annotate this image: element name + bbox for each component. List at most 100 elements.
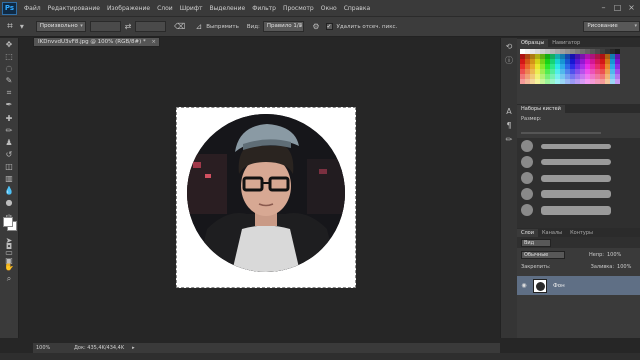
visibility-eye-icon[interactable]: ◉: [519, 282, 529, 289]
width-field[interactable]: [89, 21, 121, 32]
maximize-icon[interactable]: □: [613, 3, 622, 12]
portrait-photo: [187, 114, 345, 272]
quick-mask-icon[interactable]: ◘: [2, 241, 16, 252]
swap-icon[interactable]: ⇄: [125, 22, 132, 31]
zoom-level[interactable]: 100%: [36, 345, 60, 351]
screen-mode-icon[interactable]: ▣: [2, 255, 16, 266]
dodge-tool-icon[interactable]: ●: [2, 197, 16, 208]
menu-view[interactable]: Просмотр: [283, 5, 314, 12]
gradient-tool-icon[interactable]: ▥: [2, 173, 16, 184]
paragraph-icon[interactable]: ¶: [504, 120, 515, 131]
list-item[interactable]: [517, 202, 640, 218]
history-brush-icon[interactable]: ↺: [2, 149, 16, 160]
document-tab-title: IKDnvvdU3vF8.jpg @ 100% (RGB/8#) *: [38, 39, 146, 45]
brush-size-row: Размер:: [517, 113, 640, 124]
lock-label: Закрепить:: [521, 264, 551, 270]
close-icon[interactable]: ×: [151, 38, 156, 47]
crop-tool-icon[interactable]: ⌗: [4, 20, 16, 34]
kind-select[interactable]: Вид: [521, 239, 551, 247]
tab-channels[interactable]: Каналы: [538, 229, 566, 237]
fill-label: Заливка:: [590, 264, 615, 270]
menu-layers[interactable]: Слои: [157, 5, 173, 12]
menu-image[interactable]: Изображение: [107, 5, 150, 12]
document-info: Док: 435,4K/434,4K: [74, 345, 125, 351]
lasso-tool-icon[interactable]: ◌: [2, 63, 16, 74]
view-label: Вид:: [246, 23, 260, 30]
minimize-icon[interactable]: –: [599, 3, 608, 12]
image-canvas[interactable]: [176, 107, 356, 288]
layer-name: Фон: [553, 282, 565, 289]
menu-window[interactable]: Окно: [321, 5, 337, 12]
opacity-value[interactable]: 100%: [607, 252, 621, 258]
menu-help[interactable]: Справка: [344, 5, 370, 12]
straighten-icon[interactable]: ⊿: [195, 22, 202, 31]
delete-cropped-checkbox[interactable]: ✓: [325, 23, 333, 30]
height-field[interactable]: [135, 21, 167, 32]
right-panels: Образцы Навигатор Наборы кистей Размер: …: [517, 38, 640, 338]
layer-row[interactable]: ◉ Фон: [517, 276, 640, 295]
menu-filter[interactable]: Фильтр: [252, 5, 276, 12]
layers-panel-header: Слои Каналы Контуры: [517, 228, 640, 237]
workspace-select[interactable]: Рисование ▾: [583, 21, 640, 32]
workspace-select-value: Рисование: [587, 23, 618, 29]
foreground-color-swatch[interactable]: [3, 217, 13, 227]
zoom-tool-icon[interactable]: ⌕: [2, 273, 16, 284]
list-item[interactable]: [517, 138, 640, 154]
document-tab[interactable]: IKDnvvdU3vF8.jpg @ 100% (RGB/8#) * ×: [33, 37, 160, 47]
straighten-label[interactable]: Выпрямить: [206, 24, 239, 30]
blend-mode-select[interactable]: Обычные: [521, 251, 565, 259]
move-tool-icon[interactable]: ✥: [2, 39, 16, 50]
swatches-panel-header: Образцы Навигатор: [517, 38, 640, 47]
tab-brush-presets[interactable]: Наборы кистей: [517, 105, 565, 113]
eraser-tool-icon[interactable]: ◫: [2, 161, 16, 172]
quick-select-tool-icon[interactable]: ✎: [2, 75, 16, 86]
menu-file[interactable]: Файл: [24, 5, 41, 12]
blur-tool-icon[interactable]: 💧: [2, 185, 16, 196]
fill-value[interactable]: 100%: [617, 264, 631, 270]
history-icon[interactable]: ⟲: [504, 41, 515, 52]
crop-tool-icon[interactable]: ⌗: [2, 87, 16, 98]
layer-thumbnail: [533, 278, 547, 293]
list-item[interactable]: [517, 154, 640, 170]
panel-icon-strip: ⟲ ⓘ A ¶ ✏: [500, 38, 517, 338]
menu-bar: Ps Файл Редактирование Изображение Слои …: [0, 0, 640, 17]
swatches-grid: [517, 47, 640, 86]
view-select[interactable]: Правило 1/3 ▾: [262, 21, 305, 32]
layers-panel: Слои Каналы Контуры Вид Обычные Непр: 10…: [517, 228, 640, 338]
bottom-strip: [0, 353, 640, 360]
color-swatch[interactable]: [615, 79, 620, 84]
menu-type[interactable]: Шрифт: [180, 5, 203, 12]
character-icon[interactable]: A: [504, 106, 515, 117]
chevron-right-icon[interactable]: ▸: [132, 345, 135, 351]
menu-edit[interactable]: Редактирование: [48, 5, 100, 12]
list-item[interactable]: [517, 170, 640, 186]
tab-swatches[interactable]: Образцы: [517, 39, 549, 47]
brush-size-slider[interactable]: [521, 132, 601, 134]
tab-paths[interactable]: Контуры: [566, 229, 597, 237]
opacity-label: Непр:: [589, 252, 604, 258]
options-bar: ⌗ ▾ Произвольно ▾ ⇄ ⌫ ⊿ Выпрямить Вид: Пр…: [0, 17, 640, 37]
eyedropper-tool-icon[interactable]: ✒: [2, 99, 16, 110]
brush-tool-icon[interactable]: ✏: [2, 125, 16, 136]
healing-brush-icon[interactable]: ✚: [2, 113, 16, 124]
layer-filter-row: Вид: [517, 237, 640, 249]
marquee-tool-icon[interactable]: ⬚: [2, 51, 16, 62]
chevron-down-icon[interactable]: ▾: [20, 22, 24, 31]
tools-panel: ✥ ⬚ ◌ ✎ ⌗ ✒ ✚ ✏ ♟ ↺ ◫ ▥ 💧 ● ✑ T ➤ ▭ ✋ ⌕ …: [0, 38, 19, 338]
lock-row: Закрепить: Заливка: 100%: [517, 261, 640, 273]
clear-icon[interactable]: ⌫: [174, 22, 185, 31]
list-item[interactable]: [517, 186, 640, 202]
ratio-select[interactable]: Произвольно ▾: [35, 21, 86, 32]
properties-icon[interactable]: ⓘ: [504, 55, 515, 66]
photoshop-logo: Ps: [2, 1, 17, 15]
size-label: Размер:: [521, 115, 542, 122]
menu-select[interactable]: Выделение: [209, 5, 245, 12]
settings-gear-icon[interactable]: ⚙: [312, 22, 319, 31]
close-icon[interactable]: ×: [627, 3, 636, 12]
ratio-select-value: Произвольно: [39, 23, 78, 29]
tab-layers[interactable]: Слои: [517, 229, 538, 237]
clone-stamp-icon[interactable]: ♟: [2, 137, 16, 148]
brush-icon[interactable]: ✏: [504, 134, 515, 145]
tab-navigator[interactable]: Навигатор: [548, 39, 584, 47]
blend-row: Обычные Непр: 100%: [517, 249, 640, 261]
